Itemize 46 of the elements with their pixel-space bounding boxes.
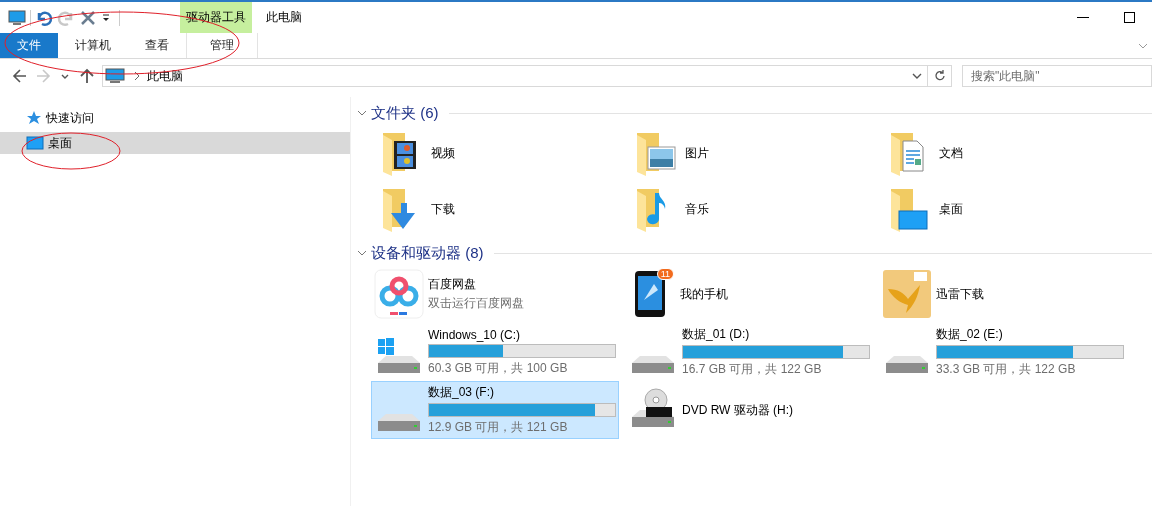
refresh-icon[interactable] xyxy=(933,70,946,82)
sidebar-item[interactable]: 快速访问 xyxy=(0,107,350,129)
desktop-icon xyxy=(26,135,44,151)
group-header[interactable]: 设备和驱动器 (8) xyxy=(371,243,484,263)
device-item[interactable]: 11 我的手机 xyxy=(625,265,873,323)
chevron-icon xyxy=(133,71,141,81)
hard-drive-icon xyxy=(885,354,929,374)
minimize-icon[interactable] xyxy=(1077,16,1089,19)
drive-item[interactable]: 数据_03 (F:) 12.9 GB 可用，共 121 GB xyxy=(371,381,619,439)
star-icon xyxy=(26,110,42,126)
address-bar[interactable]: 此电脑 xyxy=(102,65,928,87)
device-item[interactable]: 百度网盘 双击运行百度网盘 xyxy=(371,265,619,323)
phone-icon xyxy=(634,270,668,318)
bird-app-icon xyxy=(882,269,932,319)
folder-item[interactable]: 视频 xyxy=(371,125,625,181)
group-header[interactable]: 文件夹 (6) xyxy=(371,103,439,123)
ribbon-tab[interactable]: 查看 xyxy=(128,33,186,58)
search-field[interactable]: 搜索"此电脑" xyxy=(962,65,1152,87)
folder-item[interactable]: 下载 xyxy=(371,181,625,237)
folder-item[interactable]: 音乐 xyxy=(625,181,879,237)
file-menu-button[interactable]: 文件 xyxy=(0,33,58,58)
drive-item[interactable]: Windows_10 (C:) 60.3 GB 可用，共 100 GB xyxy=(371,323,619,381)
dropdown-icon[interactable] xyxy=(101,12,111,23)
refresh-button[interactable] xyxy=(928,65,952,87)
delete-icon[interactable] xyxy=(79,8,97,27)
folder-item[interactable]: 文档 xyxy=(879,125,1133,181)
window-title: 此电脑 xyxy=(266,9,303,26)
notification-badge: 11 xyxy=(656,268,674,280)
drive-item[interactable]: 数据_01 (D:) 16.7 GB 可用，共 122 GB xyxy=(625,323,873,381)
system-drive-icon xyxy=(377,336,421,374)
collapse-icon[interactable] xyxy=(357,248,367,258)
device-item[interactable]: 迅雷下载 xyxy=(879,265,1127,323)
cloud-app-icon xyxy=(374,269,424,319)
collapse-icon[interactable] xyxy=(357,108,367,118)
sidebar-item[interactable]: 桌面 xyxy=(0,132,350,154)
folder-item[interactable]: 图片 xyxy=(625,125,879,181)
folder-item[interactable]: 桌面 xyxy=(879,181,1133,237)
computer-icon[interactable] xyxy=(8,8,26,27)
maximize-icon[interactable] xyxy=(1123,12,1135,23)
device-item[interactable]: DVD RW 驱动器 (H:) xyxy=(625,381,873,439)
computer-icon xyxy=(105,68,127,84)
breadcrumb[interactable]: 此电脑 xyxy=(147,67,905,85)
hard-drive-icon xyxy=(377,412,421,432)
hard-drive-icon xyxy=(631,354,675,374)
drive-item[interactable]: 数据_02 (E:) 33.3 GB 可用，共 122 GB xyxy=(879,323,1127,381)
ribbon-tab[interactable]: 计算机 xyxy=(58,33,128,58)
